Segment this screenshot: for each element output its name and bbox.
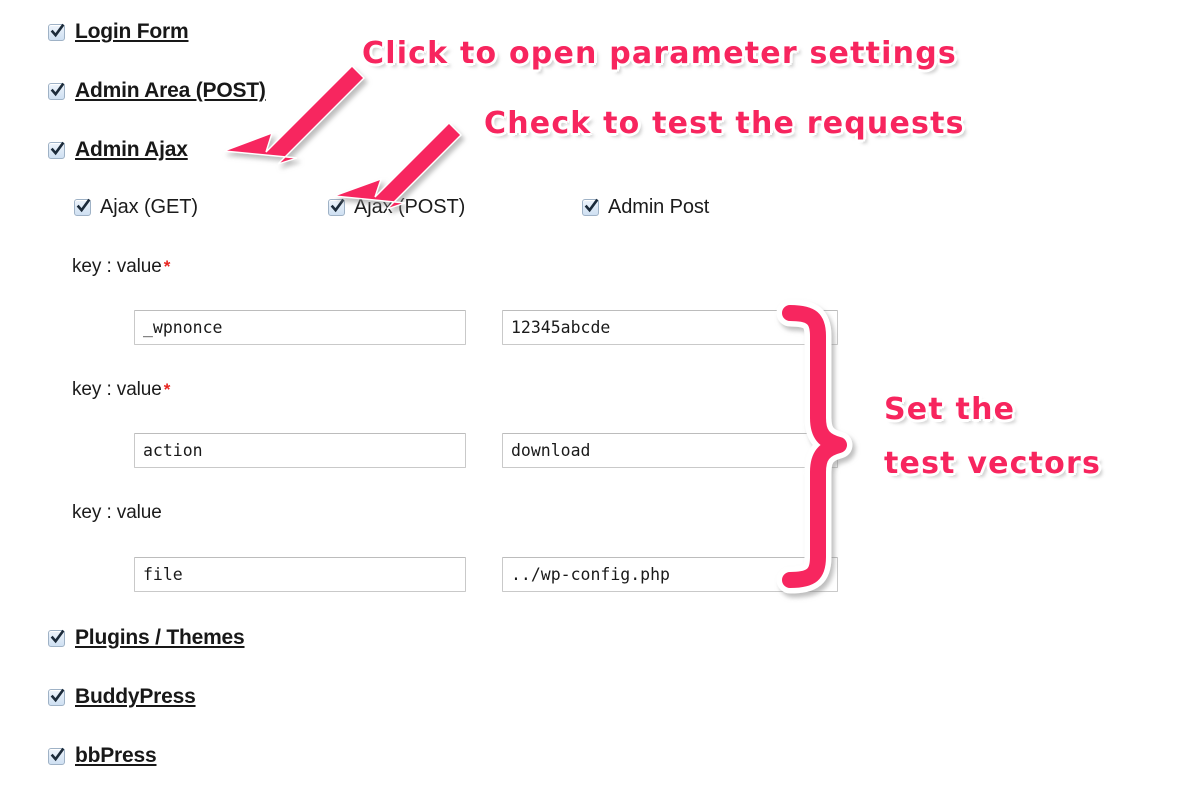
sub-option-label-ajax-post: Ajax (POST) xyxy=(354,196,466,218)
section-row-admin-ajax[interactable]: Admin Ajax xyxy=(48,138,188,162)
section-label-login-form[interactable]: Login Form xyxy=(75,20,189,44)
section-label-admin-ajax[interactable]: Admin Ajax xyxy=(75,138,188,162)
value-input-row-1[interactable]: 12345abcde xyxy=(502,310,838,345)
section-row-login-form[interactable]: Login Form xyxy=(48,20,189,44)
key-input-row-3[interactable]: file xyxy=(134,557,466,592)
section-row-buddypress[interactable]: BuddyPress xyxy=(48,685,196,709)
sub-option-admin-post[interactable]: Admin Post xyxy=(582,196,709,219)
sub-option-label-ajax-get: Ajax (GET) xyxy=(100,196,198,218)
section-row-bbpress[interactable]: bbPress xyxy=(48,744,157,768)
ajax-sub-options: Ajax (GET) Ajax (POST) Admin Post xyxy=(74,196,834,222)
section-label-buddypress[interactable]: BuddyPress xyxy=(75,685,196,709)
annotation-set-the: Set the xyxy=(884,392,1016,427)
section-label-bbpress[interactable]: bbPress xyxy=(75,744,157,768)
checkbox-login-form[interactable] xyxy=(48,23,65,41)
kv-label-text-3: key : value xyxy=(72,502,162,523)
checkbox-bbpress[interactable] xyxy=(48,747,65,765)
section-label-admin-area-post[interactable]: Admin Area (POST) xyxy=(75,79,266,103)
section-row-admin-area-post[interactable]: Admin Area (POST) xyxy=(48,79,266,103)
kv-label-row-1: key : value * xyxy=(72,256,170,278)
kv-label-text-1: key : value xyxy=(72,256,162,277)
sub-option-ajax-get[interactable]: Ajax (GET) xyxy=(74,196,198,219)
kv-label-row-3: key : value xyxy=(72,502,162,524)
kv-label-row-2: key : value * xyxy=(72,379,170,401)
annotation-test-vectors: test vectors xyxy=(884,446,1102,481)
sub-option-label-admin-post: Admin Post xyxy=(608,196,710,218)
annotation-click-to-open: Click to open parameter settings xyxy=(362,36,957,71)
checkbox-buddypress[interactable] xyxy=(48,688,65,706)
key-input-row-1[interactable]: _wpnonce xyxy=(134,310,466,345)
value-input-row-2[interactable]: download xyxy=(502,433,838,468)
sub-option-ajax-post[interactable]: Ajax (POST) xyxy=(328,196,465,219)
kv-label-text-2: key : value xyxy=(72,379,162,400)
checkbox-admin-area-post[interactable] xyxy=(48,82,65,100)
checkbox-ajax-get[interactable] xyxy=(74,198,91,216)
checkbox-admin-ajax[interactable] xyxy=(48,141,65,159)
checkbox-plugins-themes[interactable] xyxy=(48,629,65,647)
checkbox-admin-post[interactable] xyxy=(582,198,599,216)
required-marker-2: * xyxy=(163,380,171,399)
key-input-row-2[interactable]: action xyxy=(134,433,466,468)
checkbox-ajax-post[interactable] xyxy=(328,198,345,216)
value-input-row-3[interactable]: ../wp-config.php xyxy=(502,557,838,592)
required-marker-1: * xyxy=(163,257,171,276)
section-label-plugins-themes[interactable]: Plugins / Themes xyxy=(75,626,245,650)
annotation-check-to-test: Check to test the requests xyxy=(484,106,965,141)
section-row-plugins-themes[interactable]: Plugins / Themes xyxy=(48,626,245,650)
